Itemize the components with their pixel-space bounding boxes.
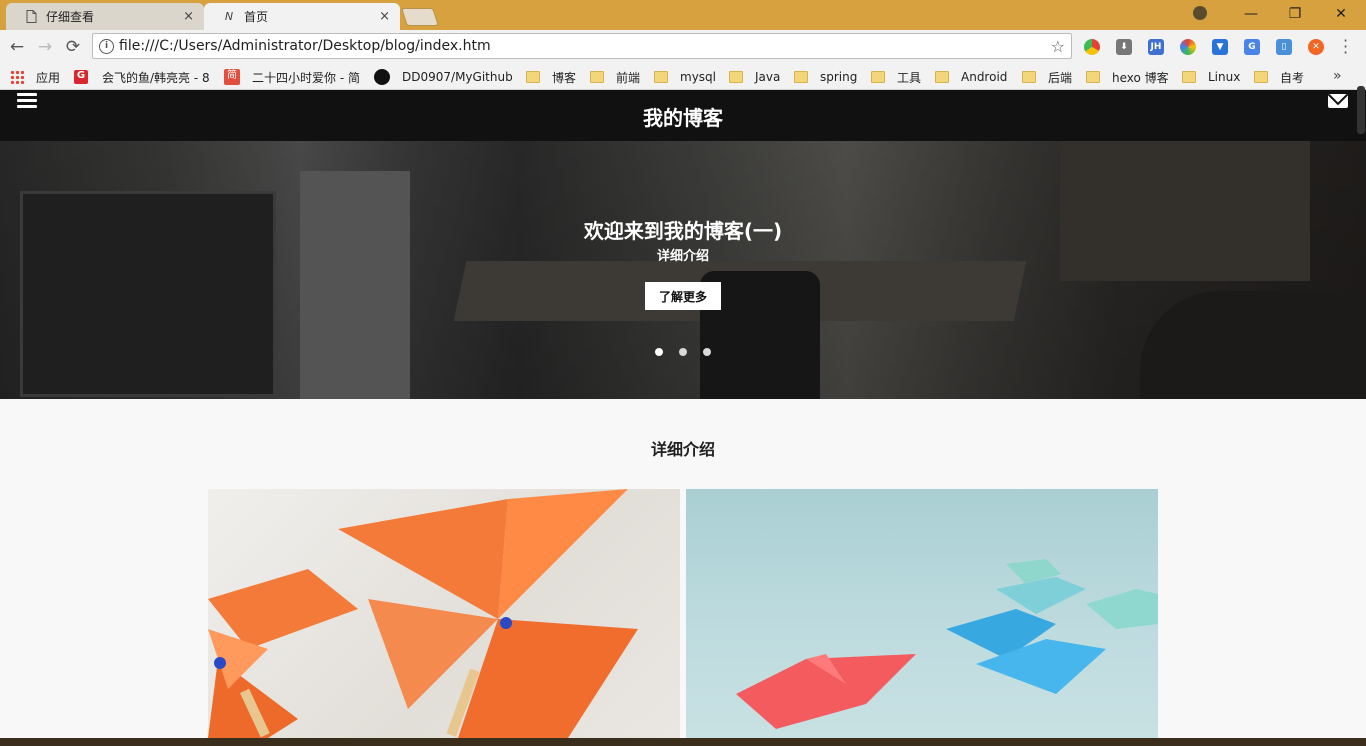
apps-grid-icon <box>10 70 24 84</box>
folder-icon <box>526 71 540 83</box>
profile-avatar-icon[interactable] <box>1193 6 1207 20</box>
bookmark-folder-mysql[interactable]: mysql <box>654 68 716 86</box>
bookmark-folder-hexo[interactable]: hexo 博客 <box>1086 68 1169 86</box>
bookmark-label: Linux <box>1208 70 1241 84</box>
bookmark-folder-linux[interactable]: Linux <box>1182 68 1240 86</box>
restore-button[interactable]: ❐ <box>1272 0 1318 28</box>
color-ext-icon[interactable] <box>1180 39 1196 55</box>
bookmark-github[interactable]: DD0907/MyGithub <box>374 68 513 86</box>
bookmarks-bar: 应用 G 会飞的鱼/韩亮亮 - 8 简 二十四小时爱你 - 简 DD0907/M… <box>0 64 1366 90</box>
address-bar[interactable]: i file:///C:/Users/Administrator/Desktop… <box>92 33 1072 59</box>
bookmark-label: 博客 <box>552 70 577 85</box>
folder-icon <box>794 71 808 83</box>
download-ext-icon[interactable]: ⬇ <box>1116 39 1132 55</box>
folder-icon <box>590 71 604 83</box>
bookmark-apps[interactable]: 应用 <box>10 68 60 86</box>
bookmark-label: 二十四小时爱你 - 简 <box>252 70 360 85</box>
bookmark-folder-frontend[interactable]: 前端 <box>590 68 640 86</box>
info-icon[interactable]: i <box>99 39 114 54</box>
jh-ext-icon[interactable]: JH <box>1148 39 1164 55</box>
bookmark-folder-android[interactable]: Android <box>935 68 1007 86</box>
tab-home[interactable]: N 首页 × <box>204 3 400 30</box>
url-text[interactable]: file:///C:/Users/Administrator/Desktop/b… <box>119 38 491 54</box>
close-icon[interactable]: × <box>183 9 194 24</box>
bookmark-label: Java <box>755 70 781 84</box>
bookmark-label: 会飞的鱼/韩亮亮 - 8 <box>102 70 210 85</box>
learn-more-button[interactable]: 了解更多 <box>645 282 721 310</box>
tab-detail[interactable]: 仔细查看 × <box>6 3 204 30</box>
bookmark-label: 应用 <box>36 70 61 85</box>
paper-boats-image[interactable] <box>686 489 1158 738</box>
bookmark-g[interactable]: G 会飞的鱼/韩亮亮 - 8 <box>74 68 210 86</box>
forward-button[interactable]: → <box>34 36 56 58</box>
bookmark-label: hexo 博客 <box>1112 70 1169 85</box>
bookmark-label: 前端 <box>616 70 641 85</box>
folder-icon <box>1022 71 1036 83</box>
os-taskbar <box>0 738 1366 746</box>
site-title[interactable]: 我的博客 <box>0 102 1366 131</box>
folder-icon <box>729 71 743 83</box>
bookmark-label: 后端 <box>1048 70 1073 85</box>
orange-pinwheels-image[interactable] <box>208 489 680 738</box>
bookmark-label: Android <box>961 70 1008 84</box>
imac-back-shape <box>300 171 410 399</box>
new-tab-button[interactable] <box>401 8 439 26</box>
carousel-dot[interactable] <box>655 348 663 356</box>
more-bookmarks-icon[interactable]: » <box>1333 68 1342 84</box>
hero-carousel: 欢迎来到我的博客(一) 详细介绍 了解更多 <box>0 141 1366 399</box>
phone-ext-icon[interactable]: ▯ <box>1276 39 1292 55</box>
bookmark-label: 工具 <box>897 70 922 85</box>
bookmark-folder-spring[interactable]: spring <box>794 68 857 86</box>
folder-icon <box>1182 71 1196 83</box>
chair-shape-2 <box>1140 291 1366 399</box>
hero-subtitle: 详细介绍 <box>656 249 709 264</box>
menu-icon[interactable]: · · · <box>1343 33 1348 61</box>
minimize-button[interactable]: — <box>1228 0 1274 28</box>
bookmark-folder-tools[interactable]: 工具 <box>871 68 921 86</box>
bookmark-folder-java[interactable]: Java <box>729 68 780 86</box>
bookmark-folder-blog[interactable]: 博客 <box>526 68 576 86</box>
scrollbar[interactable] <box>1357 86 1365 134</box>
page-icon <box>24 10 38 24</box>
close-icon[interactable]: × <box>379 9 390 24</box>
page-viewport: 我的博客 欢迎来到我的博客(一) 详细介绍 了解更多 详细介绍 <box>0 90 1366 738</box>
jianshu-logo-icon: 简 <box>224 69 240 85</box>
section-title: 详细介绍 <box>650 440 715 459</box>
n-logo-icon: N <box>224 10 234 23</box>
folder-icon <box>1086 71 1100 83</box>
folder-icon <box>1254 71 1268 83</box>
g-logo-icon: G <box>74 70 88 84</box>
tab-title: 首页 <box>244 10 269 24</box>
carousel-dot[interactable] <box>679 348 687 356</box>
carousel-dot[interactable] <box>703 348 711 356</box>
carousel-indicators <box>0 348 1366 356</box>
bookmark-jianshu[interactable]: 简 二十四小时爱你 - 简 <box>224 68 360 86</box>
folder-icon <box>935 71 949 83</box>
github-icon <box>374 69 390 85</box>
mail-icon[interactable] <box>1328 94 1348 108</box>
pocket-ext-icon[interactable]: ▼ <box>1212 39 1228 55</box>
browser-toolbar: ← → ⟳ i file:///C:/Users/Administrator/D… <box>0 30 1366 64</box>
folder-icon <box>654 71 668 83</box>
bookmark-star-icon[interactable]: ☆ <box>1051 37 1065 56</box>
tab-title: 仔细查看 <box>46 10 95 24</box>
bookmark-label: DD0907/MyGithub <box>402 70 513 84</box>
chrome-ext-icon[interactable] <box>1084 39 1100 55</box>
bookmark-folder-backend[interactable]: 后端 <box>1022 68 1072 86</box>
close-window-button[interactable]: ✕ <box>1318 0 1364 28</box>
folder-icon <box>871 71 885 83</box>
orange-ext-icon[interactable]: ✕ <box>1308 39 1324 55</box>
bookmark-folder-selfstudy[interactable]: 自考 <box>1254 68 1304 86</box>
translate-ext-icon[interactable]: G <box>1244 39 1260 55</box>
bookmark-label: 自考 <box>1280 70 1305 85</box>
site-navbar: 我的博客 <box>0 90 1366 141</box>
reload-button[interactable]: ⟳ <box>62 36 84 58</box>
browser-tab-bar: 仔细查看 × N 首页 × — ❐ ✕ <box>0 0 1366 30</box>
hero-title: 欢迎来到我的博客(一) <box>583 219 783 243</box>
bookmark-label: mysql <box>680 70 716 84</box>
back-button[interactable]: ← <box>6 36 28 58</box>
bookmark-label: spring <box>820 70 858 84</box>
